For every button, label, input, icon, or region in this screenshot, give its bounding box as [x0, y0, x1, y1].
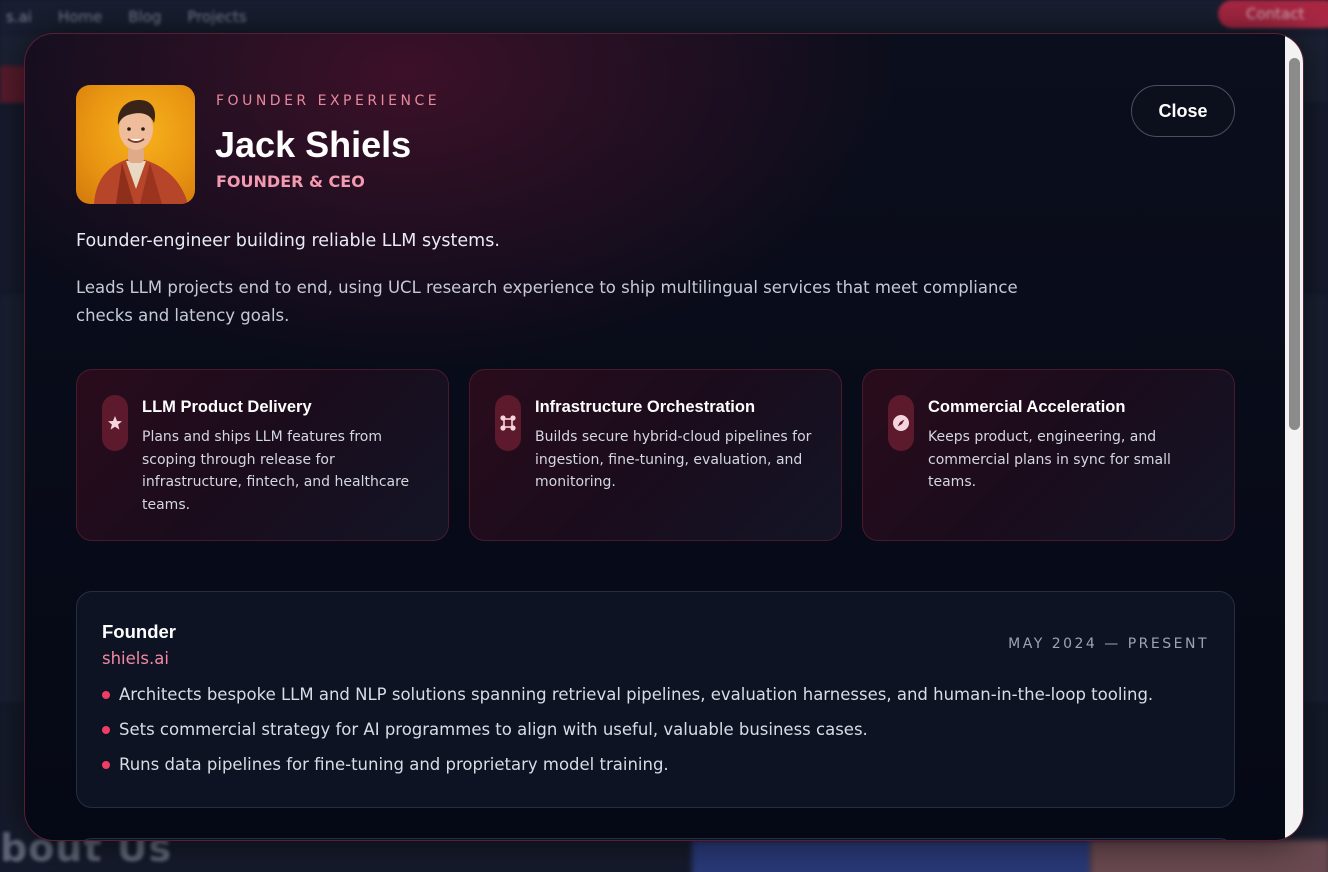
- close-button[interactable]: Close: [1131, 85, 1235, 137]
- bullet-text: Architects bespoke LLM and NLP solutions…: [119, 685, 1154, 704]
- capability-card-llm-delivery: LLM Product Delivery Plans and ships LLM…: [76, 369, 449, 541]
- experience-dates: MAY 2024 — PRESENT: [1008, 636, 1209, 652]
- capability-card-description: Keeps product, engineering, and commerci…: [928, 429, 1171, 490]
- scrollbar-thumb[interactable]: [1289, 58, 1300, 430]
- list-item: Architects bespoke LLM and NLP solutions…: [102, 685, 1153, 720]
- bullet-dot-icon: [102, 691, 110, 699]
- capability-card-infrastructure: Infrastructure Orchestration Builds secu…: [469, 369, 842, 541]
- background-nav-blog: Blog: [128, 8, 162, 26]
- experience-card: Founder shiels.ai MAY 2024 — PRESENT Arc…: [76, 591, 1235, 808]
- bullet-dot-icon: [102, 761, 110, 769]
- capability-card-title: Commercial Acceleration: [928, 398, 1126, 416]
- next-experience-card: [76, 838, 1235, 840]
- experience-company: shiels.ai: [102, 649, 169, 668]
- bullet-text: Runs data pipelines for fine-tuning and …: [119, 755, 669, 774]
- founder-photo: [94, 100, 188, 204]
- founder-tagline: Founder-engineer building reliable LLM s…: [76, 231, 500, 251]
- capability-card-commercial: Commercial Acceleration Keeps product, e…: [862, 369, 1235, 541]
- founder-role: FOUNDER & CEO: [216, 172, 365, 191]
- background-image: [692, 840, 1092, 872]
- bullet-dot-icon: [102, 726, 110, 734]
- founder-name: Jack Shiels: [215, 124, 412, 165]
- founder-summary: Leads LLM projects end to end, using UCL…: [76, 278, 1018, 325]
- background-brand: s.ai: [6, 8, 32, 26]
- bullet-text: Sets commercial strategy for AI programm…: [119, 720, 868, 739]
- experience-title: Founder: [102, 621, 176, 642]
- background-nav-projects: Projects: [187, 8, 247, 26]
- background-cta-button: Contact: [1218, 0, 1328, 28]
- capability-cards: LLM Product Delivery Plans and ships LLM…: [76, 369, 1235, 541]
- experience-bullets: Architects bespoke LLM and NLP solutions…: [102, 685, 1153, 790]
- background-image-2: [1090, 840, 1328, 872]
- founder-modal: FOUNDER EXPERIENCE Jack Shiels FOUNDER &…: [24, 33, 1304, 841]
- capability-card-description: Plans and ships LLM features from scopin…: [142, 429, 410, 513]
- list-item: Runs data pipelines for fine-tuning and …: [102, 755, 1153, 790]
- star-icon: [102, 395, 128, 451]
- background-nav-home: Home: [57, 8, 103, 26]
- capability-card-description: Builds secure hybrid-cloud pipelines for…: [535, 429, 812, 490]
- modal-scrollbar[interactable]: [1285, 34, 1303, 840]
- capability-card-title: Infrastructure Orchestration: [535, 398, 756, 416]
- founder-avatar: [76, 85, 195, 204]
- background-navbar: s.ai Home Blog Projects Contact: [0, 0, 1328, 34]
- capability-card-title: LLM Product Delivery: [142, 398, 312, 416]
- modal-eyebrow: FOUNDER EXPERIENCE: [216, 93, 441, 109]
- list-item: Sets commercial strategy for AI programm…: [102, 720, 1153, 755]
- compass-icon: [888, 395, 914, 451]
- nodes-icon: [495, 395, 521, 451]
